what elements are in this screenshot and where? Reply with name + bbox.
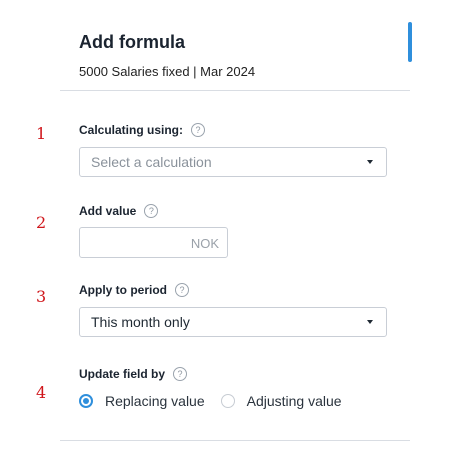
calculation-field-label: Calculating using: ? (79, 123, 206, 137)
radio-adjusting-value[interactable]: Adjusting value (220, 393, 342, 409)
value-input[interactable] (80, 228, 190, 259)
value-input-box[interactable]: NOK (79, 227, 228, 259)
step-number-2: 2 (36, 213, 47, 232)
radio-checked-icon[interactable] (79, 394, 93, 408)
caret-down-icon (367, 160, 373, 164)
calculation-select[interactable]: Select a calculation (79, 147, 387, 177)
panel-title: Add formula (79, 32, 185, 52)
update-field-label: Update field by ? (79, 367, 188, 381)
help-icon[interactable]: ? (173, 367, 188, 381)
scrollbar-thumb[interactable] (408, 22, 412, 62)
help-icon[interactable]: ? (191, 123, 206, 137)
step-number-1: 1 (36, 124, 47, 143)
period-select-value: This month only (91, 314, 190, 330)
caret-down-icon (367, 320, 373, 324)
footer-divider (60, 440, 410, 441)
period-label-text: Apply to period (79, 283, 167, 297)
calculation-label-text: Calculating using: (79, 123, 184, 137)
update-radio-group: Replacing value Adjusting value (79, 393, 358, 409)
step-number-4: 4 (36, 383, 47, 402)
panel-subtitle: 5000 Salaries fixed | Mar 2024 (79, 64, 256, 79)
calculation-select-placeholder: Select a calculation (91, 154, 212, 170)
header-divider (60, 90, 410, 91)
help-icon[interactable]: ? (144, 204, 159, 218)
add-formula-panel: Add formula 5000 Salaries fixed | Mar 20… (0, 0, 453, 467)
update-label-text: Update field by (79, 367, 166, 381)
period-field-label: Apply to period ? (79, 283, 189, 297)
step-number-3: 3 (36, 287, 47, 306)
currency-suffix: NOK (190, 236, 219, 251)
radio-label: Adjusting value (246, 393, 342, 409)
period-select[interactable]: This month only (79, 307, 387, 337)
help-icon[interactable]: ? (175, 283, 189, 297)
value-label-text: Add value (79, 204, 137, 218)
radio-label: Replacing value (105, 393, 205, 409)
radio-unchecked-icon[interactable] (220, 394, 235, 408)
radio-replacing-value[interactable]: Replacing value (79, 393, 205, 409)
value-field-label: Add value ? (79, 204, 159, 218)
